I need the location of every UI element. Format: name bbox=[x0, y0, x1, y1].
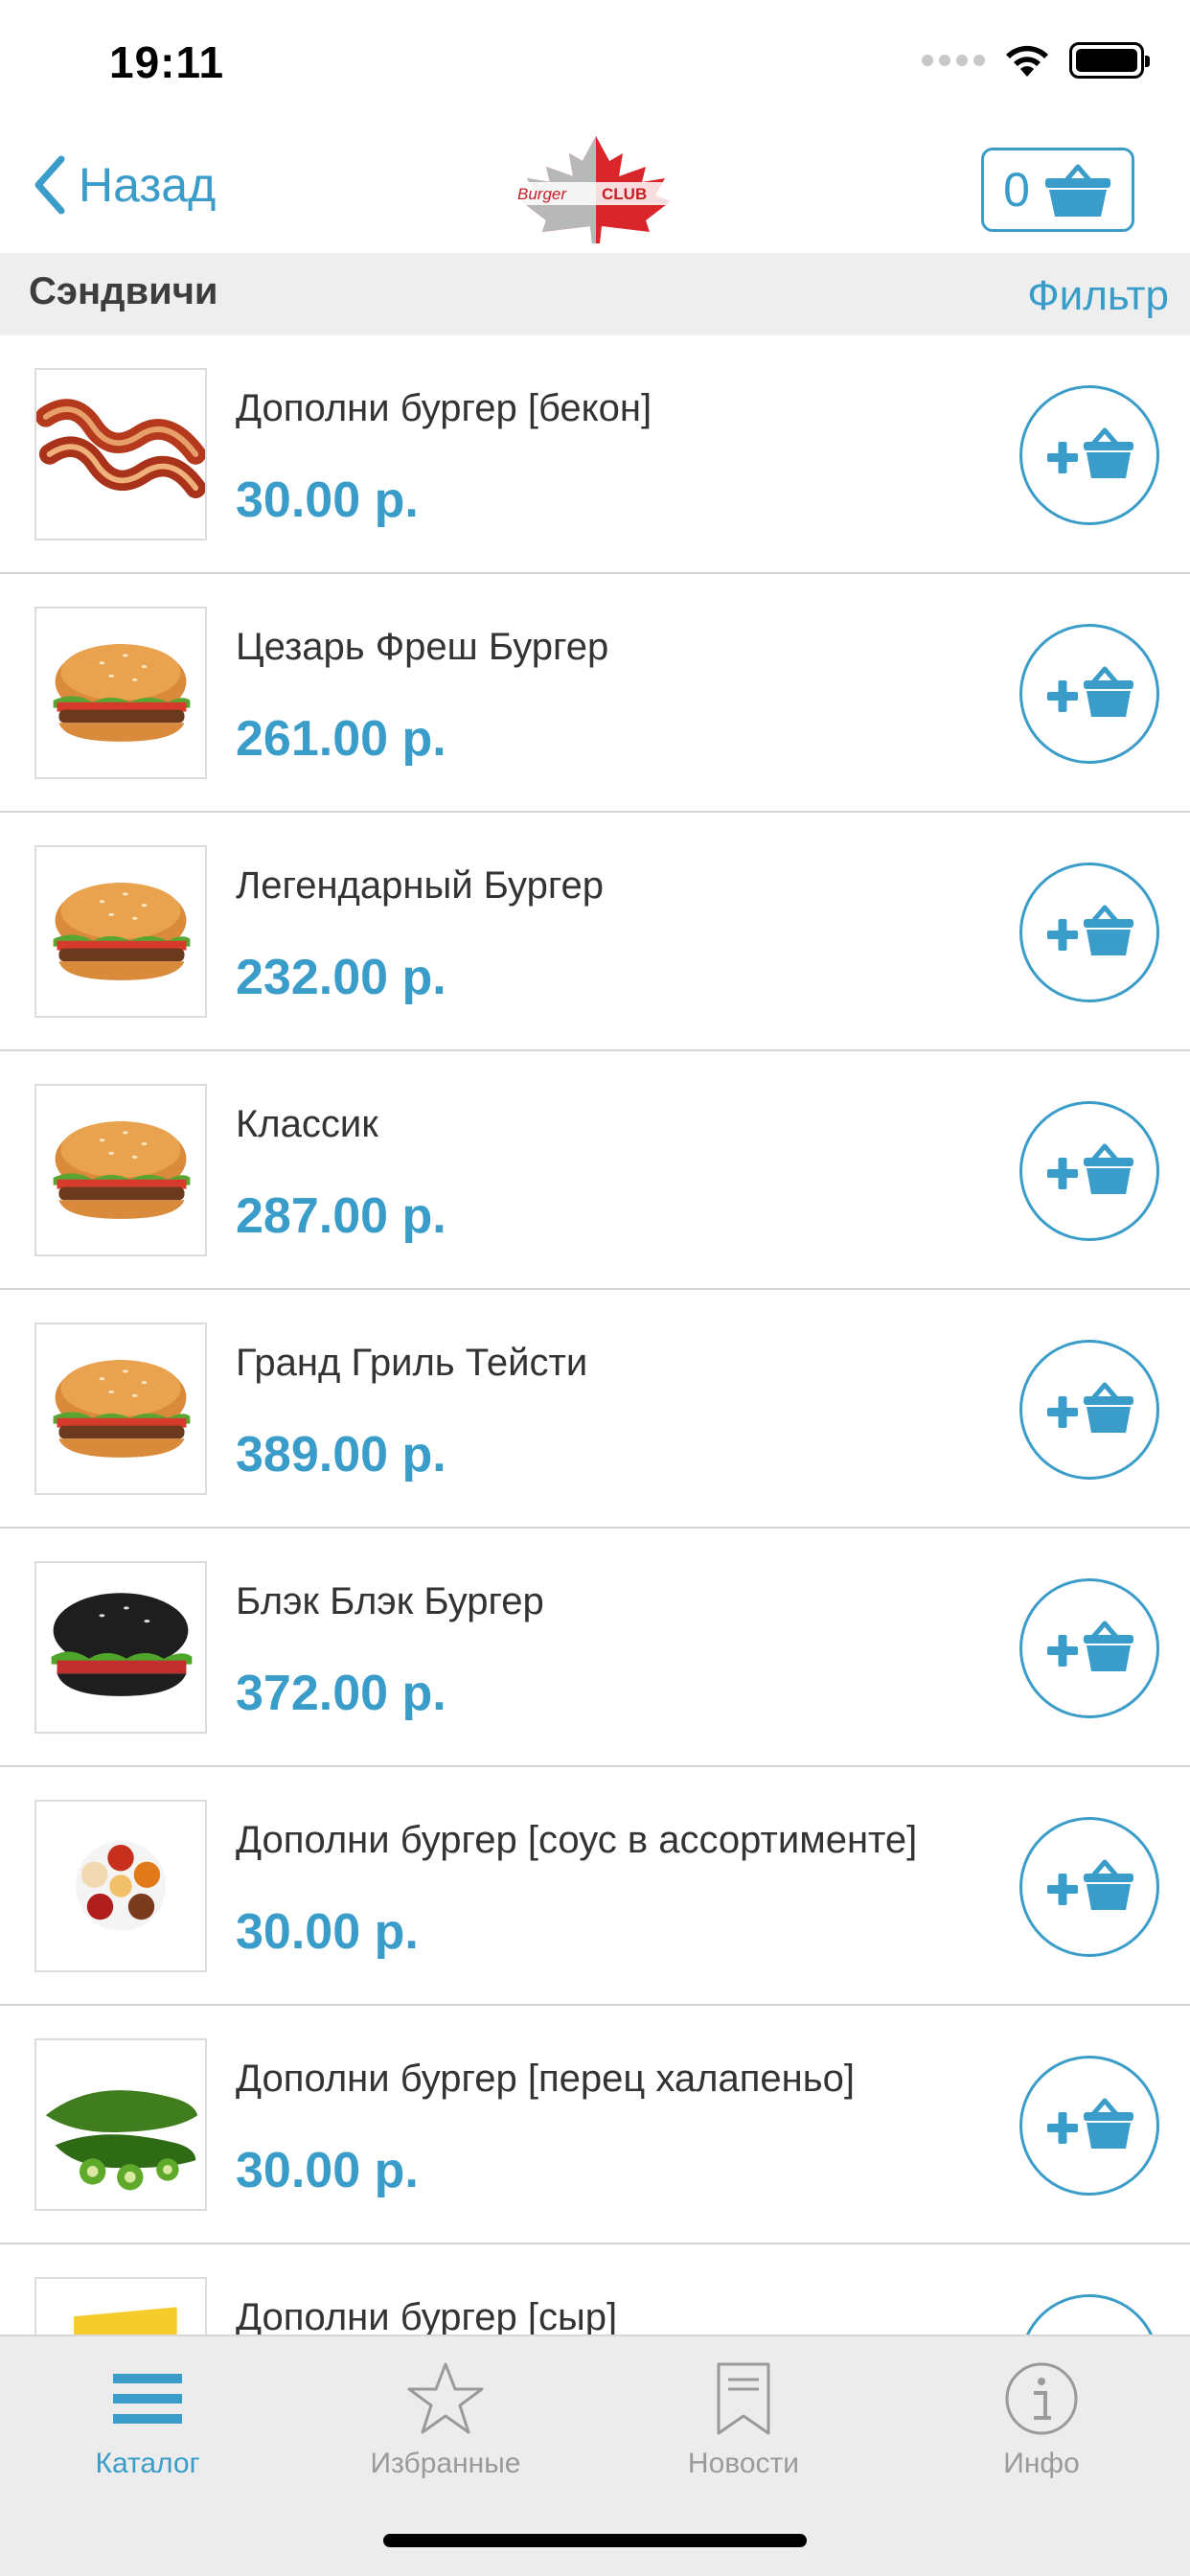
back-label: Назад bbox=[79, 158, 217, 212]
product-name: Дополни бургер [перец халапеньо] bbox=[236, 2058, 855, 2100]
add-to-cart-button[interactable] bbox=[1019, 1101, 1159, 1241]
add-to-basket-icon bbox=[1047, 905, 1133, 955]
product-row-7[interactable]: Дополни бургер [соус в ассортименте] 30.… bbox=[0, 1767, 1190, 2006]
product-price: 232.00 р. bbox=[236, 950, 446, 1005]
svg-text:Burger: Burger bbox=[517, 185, 567, 203]
product-list[interactable]: Дополни бургер [бекон] 30.00 р. Цезарь Ф… bbox=[0, 335, 1190, 2334]
filter-button[interactable]: Фильтр bbox=[1027, 272, 1169, 320]
add-to-cart-button[interactable] bbox=[1019, 2056, 1159, 2196]
cart-button[interactable]: 0 bbox=[981, 148, 1134, 232]
status-bar: 19:11 bbox=[0, 0, 1190, 126]
cart-count: 0 bbox=[1003, 163, 1030, 217]
tab-label: Новости bbox=[687, 2448, 800, 2479]
battery-icon bbox=[1069, 42, 1150, 79]
add-to-cart-button[interactable] bbox=[1019, 862, 1159, 1002]
product-price: 30.00 р. bbox=[236, 472, 419, 528]
info-icon bbox=[998, 2356, 1085, 2442]
tab-news[interactable]: Новости bbox=[629, 2356, 858, 2499]
add-to-cart-button[interactable] bbox=[1019, 624, 1159, 764]
product-price: 389.00 р. bbox=[236, 1427, 446, 1483]
add-to-basket-icon bbox=[1047, 666, 1133, 717]
basket-icon bbox=[1044, 164, 1110, 217]
product-name: Блэк Блэк Бургер bbox=[236, 1580, 544, 1622]
tab-favorites[interactable]: Избранные bbox=[331, 2356, 561, 2499]
product-image-burger bbox=[34, 607, 207, 779]
product-row-6[interactable]: Блэк Блэк Бургер 372.00 р. bbox=[0, 1529, 1190, 1767]
burger-club-logo[interactable]: Burger CLUB bbox=[502, 132, 690, 245]
product-name: Дополни бургер [соус в ассортименте] bbox=[236, 1819, 918, 1861]
product-name: Гранд Гриль Тейсти bbox=[236, 1342, 588, 1384]
status-time: 19:11 bbox=[109, 37, 225, 87]
product-image-burger bbox=[34, 1322, 207, 1495]
product-image-bacon bbox=[34, 368, 207, 540]
product-name: Классик bbox=[236, 1103, 378, 1145]
product-name: Дополни бургер [сыр] bbox=[236, 2296, 618, 2334]
product-image-black-burger bbox=[34, 1561, 207, 1734]
add-to-cart-button[interactable] bbox=[1019, 1578, 1159, 1718]
navigation-bar: Назад Burger CLUB 0 bbox=[0, 126, 1190, 253]
product-row-4[interactable]: Классик 287.00 р. bbox=[0, 1051, 1190, 1290]
back-button[interactable]: Назад bbox=[33, 155, 216, 215]
status-icons bbox=[922, 42, 1150, 79]
bookmark-icon bbox=[700, 2356, 787, 2442]
menu-icon bbox=[104, 2356, 191, 2442]
product-row-3[interactable]: Легендарный Бургер 232.00 р. bbox=[0, 813, 1190, 1051]
add-to-basket-icon bbox=[1047, 427, 1133, 478]
cellular-signal-icon bbox=[922, 55, 985, 66]
section-header: Сэндвичи Фильтр bbox=[0, 253, 1190, 335]
product-image-cheese bbox=[34, 2277, 207, 2334]
product-price: 30.00 р. bbox=[236, 1904, 419, 1960]
product-price: 30.00 р. bbox=[236, 2143, 419, 2198]
product-row-5[interactable]: Гранд Гриль Тейсти 389.00 р. bbox=[0, 1290, 1190, 1529]
product-image-sauces bbox=[34, 1800, 207, 1972]
add-to-cart-button[interactable] bbox=[1019, 1340, 1159, 1480]
product-price: 372.00 р. bbox=[236, 1666, 446, 1721]
product-price: 261.00 р. bbox=[236, 711, 446, 767]
svg-text:CLUB: CLUB bbox=[602, 185, 647, 203]
product-name: Дополни бургер [бекон] bbox=[236, 387, 652, 429]
chevron-left-icon bbox=[34, 155, 65, 215]
section-title: Сэндвичи bbox=[29, 270, 218, 312]
wifi-icon bbox=[1006, 45, 1048, 77]
product-image-burger bbox=[34, 1084, 207, 1256]
product-price: 287.00 р. bbox=[236, 1188, 446, 1244]
add-to-basket-icon bbox=[1047, 1621, 1133, 1671]
add-to-cart-button[interactable] bbox=[1019, 385, 1159, 525]
star-icon bbox=[402, 2356, 489, 2442]
add-to-cart-button[interactable] bbox=[1019, 2294, 1159, 2334]
product-row-8[interactable]: Дополни бургер [перец халапеньо] 30.00 р… bbox=[0, 2006, 1190, 2244]
home-indicator bbox=[383, 2534, 807, 2547]
tab-label: Каталог bbox=[95, 2448, 200, 2479]
tab-label: Инфо bbox=[1003, 2448, 1080, 2479]
product-image-jalapeno bbox=[34, 2038, 207, 2211]
tab-info[interactable]: Инфо bbox=[927, 2356, 1156, 2499]
add-to-cart-button[interactable] bbox=[1019, 1817, 1159, 1957]
add-to-basket-icon bbox=[1047, 1859, 1133, 1910]
tab-label: Избранные bbox=[370, 2448, 521, 2479]
product-image-burger bbox=[34, 845, 207, 1018]
tab-catalog[interactable]: Каталог bbox=[33, 2356, 263, 2499]
product-row-9[interactable]: Дополни бургер [сыр] bbox=[0, 2244, 1190, 2334]
product-row-1[interactable]: Дополни бургер [бекон] 30.00 р. bbox=[0, 335, 1190, 574]
product-name: Легендарный Бургер bbox=[236, 864, 605, 907]
add-to-basket-icon bbox=[1047, 2098, 1133, 2149]
add-to-basket-icon bbox=[1047, 1382, 1133, 1433]
product-name: Цезарь Фреш Бургер bbox=[236, 626, 609, 668]
product-row-2[interactable]: Цезарь Фреш Бургер 261.00 р. bbox=[0, 574, 1190, 813]
add-to-basket-icon bbox=[1047, 1143, 1133, 1194]
